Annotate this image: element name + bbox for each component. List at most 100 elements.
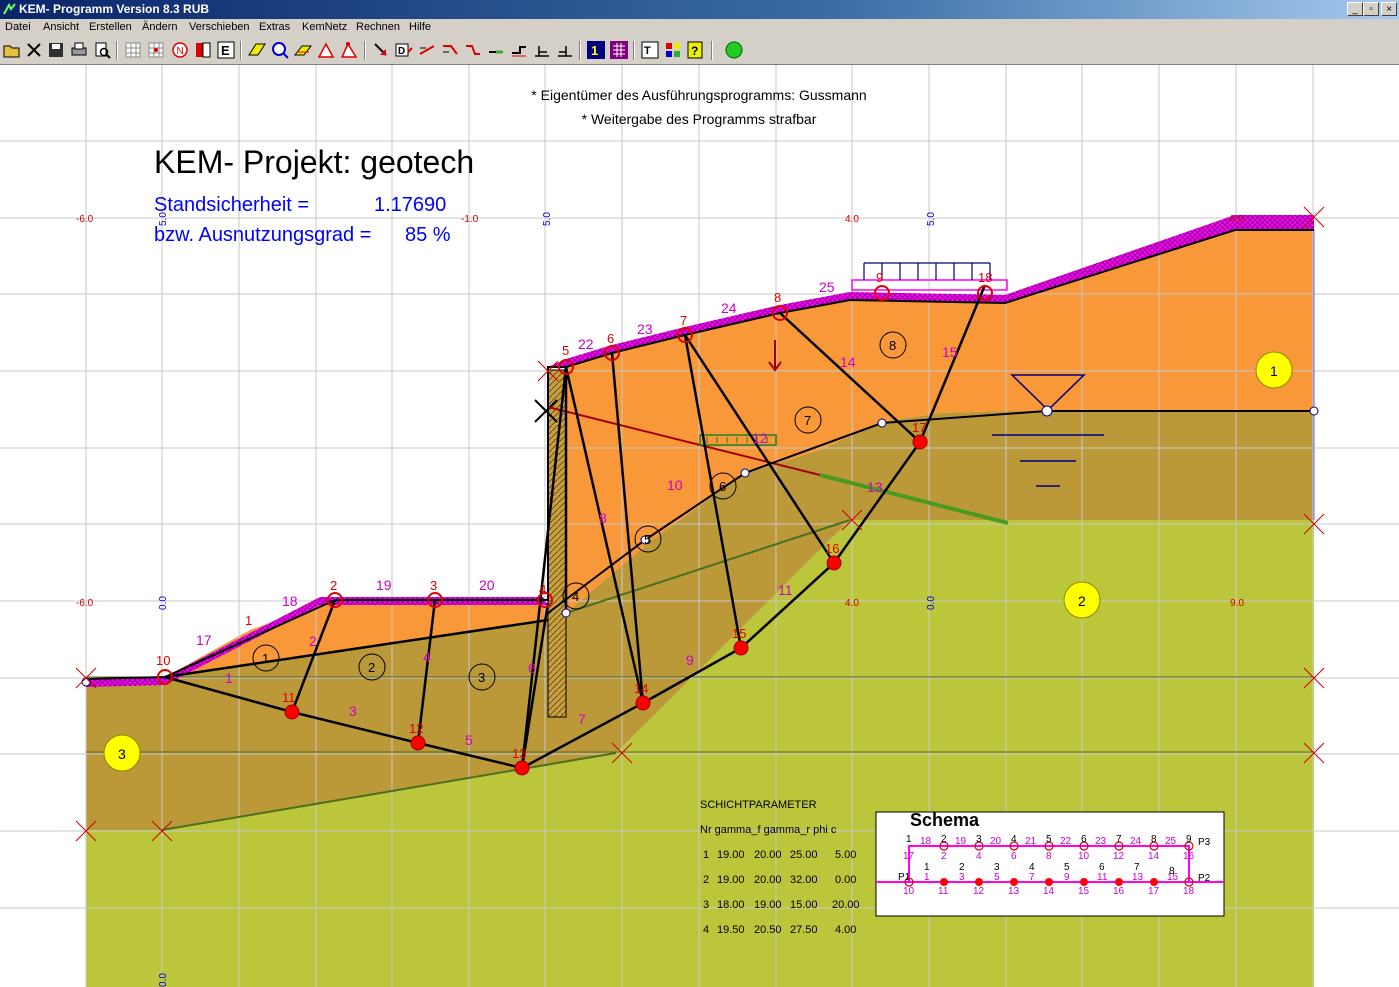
polygon-icon[interactable] — [339, 40, 359, 60]
node-label: 4 — [539, 582, 546, 597]
bar-label: 20 — [479, 577, 495, 593]
menu-erstellen[interactable]: Erstellen — [89, 21, 132, 33]
schema-node: 5 — [1046, 834, 1052, 845]
schema-node: 1 — [906, 834, 912, 845]
param-cell: 18.00 — [717, 899, 745, 911]
menu-bar: Datei Ansicht Erstellen Ändern Verschieb… — [0, 19, 1399, 37]
step-tool-icon[interactable] — [509, 40, 529, 60]
close-file-icon[interactable] — [24, 40, 44, 60]
anchor-tool-icon[interactable] — [486, 40, 506, 60]
split-tool-icon[interactable] — [440, 40, 460, 60]
bar-label: 13 — [867, 479, 883, 495]
grid-icon[interactable] — [123, 40, 143, 60]
param-cell: 19.00 — [754, 899, 782, 911]
bar-label: 3 — [349, 703, 357, 719]
bar-label: 4 — [423, 649, 431, 665]
menu-ansicht[interactable]: Ansicht — [43, 21, 79, 33]
schema-title: Schema — [910, 810, 980, 830]
schema-node: 9 — [1186, 834, 1192, 845]
grid-label: -1.0 — [461, 214, 479, 225]
menu-rechnen[interactable]: Rechnen — [356, 21, 400, 33]
number-1-icon[interactable]: 1 — [586, 40, 606, 60]
profile-tool-icon[interactable] — [532, 40, 552, 60]
node-label: 11 — [282, 690, 296, 705]
bar-label: 17 — [196, 632, 212, 648]
drawing-canvas[interactable]: 1 2 3 1 2 3 4 5 6 7 8 1 2 3 4 5 6 7 8 9 … — [0, 65, 1399, 987]
node-label: 9 — [876, 270, 883, 285]
bar-label: 11 — [778, 582, 793, 598]
bar-label: 10 — [667, 477, 683, 493]
node-label: 12 — [409, 721, 423, 736]
close-button[interactable]: × — [1381, 2, 1397, 16]
schema-bar: 22 — [1060, 836, 1072, 847]
print-icon[interactable] — [69, 40, 89, 60]
layer-marker-1: 1 — [1270, 363, 1278, 379]
line-tool-icon[interactable] — [417, 40, 437, 60]
node-label: 14 — [634, 681, 648, 696]
node-label: 6 — [607, 331, 614, 346]
param-cell: 0.00 — [835, 874, 856, 886]
help-icon[interactable]: ? — [686, 40, 706, 60]
menu-aendern[interactable]: Ändern — [142, 21, 177, 33]
minimize-button[interactable]: _ — [1347, 2, 1363, 16]
svg-text:E: E — [221, 43, 230, 58]
menu-verschieben[interactable]: Verschieben — [189, 21, 250, 33]
safety-label: Standsicherheit = — [154, 194, 309, 216]
arrow-tool-icon[interactable] — [371, 40, 391, 60]
element-number: 1 — [262, 651, 269, 666]
schema-p3: P3 — [1198, 837, 1211, 848]
project-title: KEM- Projekt: geotech — [154, 144, 474, 180]
schema-node: 6 — [1081, 834, 1087, 845]
restore-button[interactable]: ▫ — [1363, 2, 1379, 16]
water-tool-icon[interactable] — [463, 40, 483, 60]
param-cell: 20.00 — [754, 874, 782, 886]
node-label: 7 — [680, 313, 687, 328]
table-icon[interactable] — [609, 40, 629, 60]
bar-label: 14 — [840, 354, 856, 370]
element-number: 3 — [478, 670, 485, 685]
node-N-icon[interactable]: N — [170, 40, 190, 60]
schema-bar: 12 — [1113, 851, 1125, 862]
element-number: 8 — [889, 338, 896, 353]
D-tool-icon[interactable]: D — [394, 40, 414, 60]
schema-bar: 20 — [990, 836, 1002, 847]
toolbar-separator — [240, 41, 242, 60]
E-modulus-icon[interactable]: E — [216, 40, 236, 60]
schema-bar: 24 — [1130, 836, 1142, 847]
menu-extras[interactable]: Extras — [259, 21, 290, 33]
svg-text:T: T — [644, 45, 651, 57]
menu-kemnetz[interactable]: KemNetz — [302, 21, 347, 33]
bar-label: 2 — [309, 633, 317, 649]
layer-icon[interactable] — [193, 40, 213, 60]
text-icon[interactable]: T — [640, 40, 660, 60]
save-icon[interactable] — [46, 40, 66, 60]
bar-label: 12 — [752, 430, 768, 446]
print-preview-icon[interactable] — [92, 40, 112, 60]
schema-bar: 13 — [1132, 872, 1144, 883]
schema-node: 13 — [1008, 886, 1020, 897]
layer-marker-2: 2 — [1078, 593, 1086, 609]
toolbar-separator — [633, 41, 635, 60]
run-icon[interactable] — [724, 40, 744, 60]
menu-hilfe[interactable]: Hilfe — [409, 21, 431, 33]
point-grid-icon[interactable] — [146, 40, 166, 60]
param-cell: 32.00 — [790, 874, 818, 886]
svg-text:1: 1 — [591, 43, 598, 58]
parameter-heading: SCHICHTPARAMETER — [700, 799, 817, 811]
schema-bar: 14 — [1148, 851, 1160, 862]
bar-label: 19 — [376, 577, 392, 593]
zoom-icon[interactable] — [270, 40, 290, 60]
menu-datei[interactable]: Datei — [5, 21, 31, 33]
schema-bar: 3 — [959, 872, 965, 883]
bar-label: 22 — [578, 336, 594, 352]
schema-bar: 25 — [1165, 836, 1177, 847]
slope-icon[interactable] — [316, 40, 336, 60]
schema-p1: P1 — [898, 872, 911, 883]
profile2-tool-icon[interactable] — [555, 40, 575, 60]
surface-icon[interactable] — [293, 40, 313, 60]
schema-box: Schema 1 2 3 4 5 6 7 8 9 1 2 3 4 5 6 7 8… — [875, 810, 1225, 917]
load-icon[interactable] — [247, 40, 267, 60]
open-icon[interactable] — [2, 40, 22, 60]
toolbar-separator — [711, 41, 713, 60]
legend-icon[interactable] — [663, 40, 683, 60]
